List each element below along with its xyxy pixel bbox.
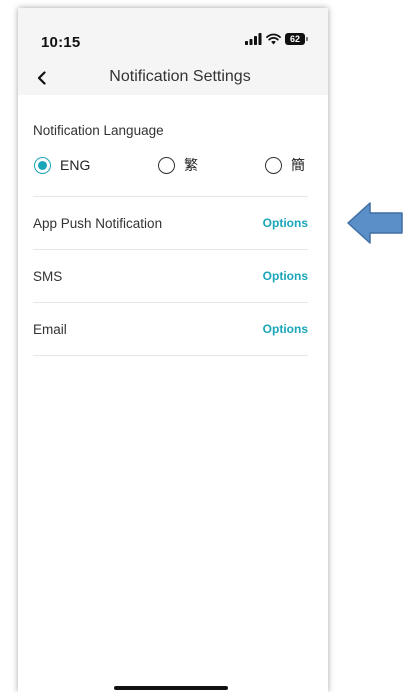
phone-screen: 10:15 62 Notification Settings Notificat… (18, 8, 328, 692)
signal-icon (245, 33, 262, 45)
settings-content: Notification Language ENG 繁 簡 App Push N… (18, 123, 328, 356)
language-option-eng[interactable]: ENG (34, 156, 91, 174)
setting-row-sms: SMS Options (33, 250, 308, 303)
language-radio-group: ENG 繁 簡 (33, 154, 308, 197)
battery-tip (306, 37, 308, 41)
status-time: 10:15 (41, 34, 81, 51)
header-area: 10:15 62 Notification Settings (18, 8, 328, 95)
language-option-label: 繁 (184, 157, 198, 173)
setting-label: Email (33, 321, 67, 337)
language-option-label: 簡 (291, 157, 305, 173)
email-options-link[interactable]: Options (263, 322, 308, 336)
status-icons: 62 (245, 33, 308, 45)
status-bar: 10:15 62 (18, 8, 328, 56)
screenshot-canvas: 10:15 62 Notification Settings Notificat… (0, 0, 405, 692)
setting-label: App Push Notification (33, 215, 163, 231)
language-option-traditional[interactable]: 繁 (158, 155, 198, 175)
battery-icon: 62 (285, 33, 308, 45)
battery-level: 62 (285, 33, 305, 45)
language-option-label: ENG (60, 157, 91, 173)
setting-label: SMS (33, 268, 63, 284)
setting-row-email: Email Options (33, 303, 308, 356)
nav-bar: Notification Settings (18, 64, 328, 92)
page-title: Notification Settings (109, 68, 251, 85)
setting-row-app-push: App Push Notification Options (33, 197, 308, 250)
wifi-icon (266, 33, 281, 45)
sms-options-link[interactable]: Options (263, 269, 308, 283)
radio-selected-dot (38, 160, 47, 170)
notification-language-label: Notification Language (33, 123, 164, 138)
language-option-simplified[interactable]: 簡 (265, 155, 305, 175)
radio-traditional[interactable] (158, 156, 175, 174)
app-push-options-link[interactable]: Options (263, 216, 308, 230)
home-indicator[interactable] (114, 686, 228, 690)
radio-simplified[interactable] (265, 156, 282, 174)
left-arrow-icon (347, 202, 403, 244)
radio-eng[interactable] (34, 156, 51, 174)
